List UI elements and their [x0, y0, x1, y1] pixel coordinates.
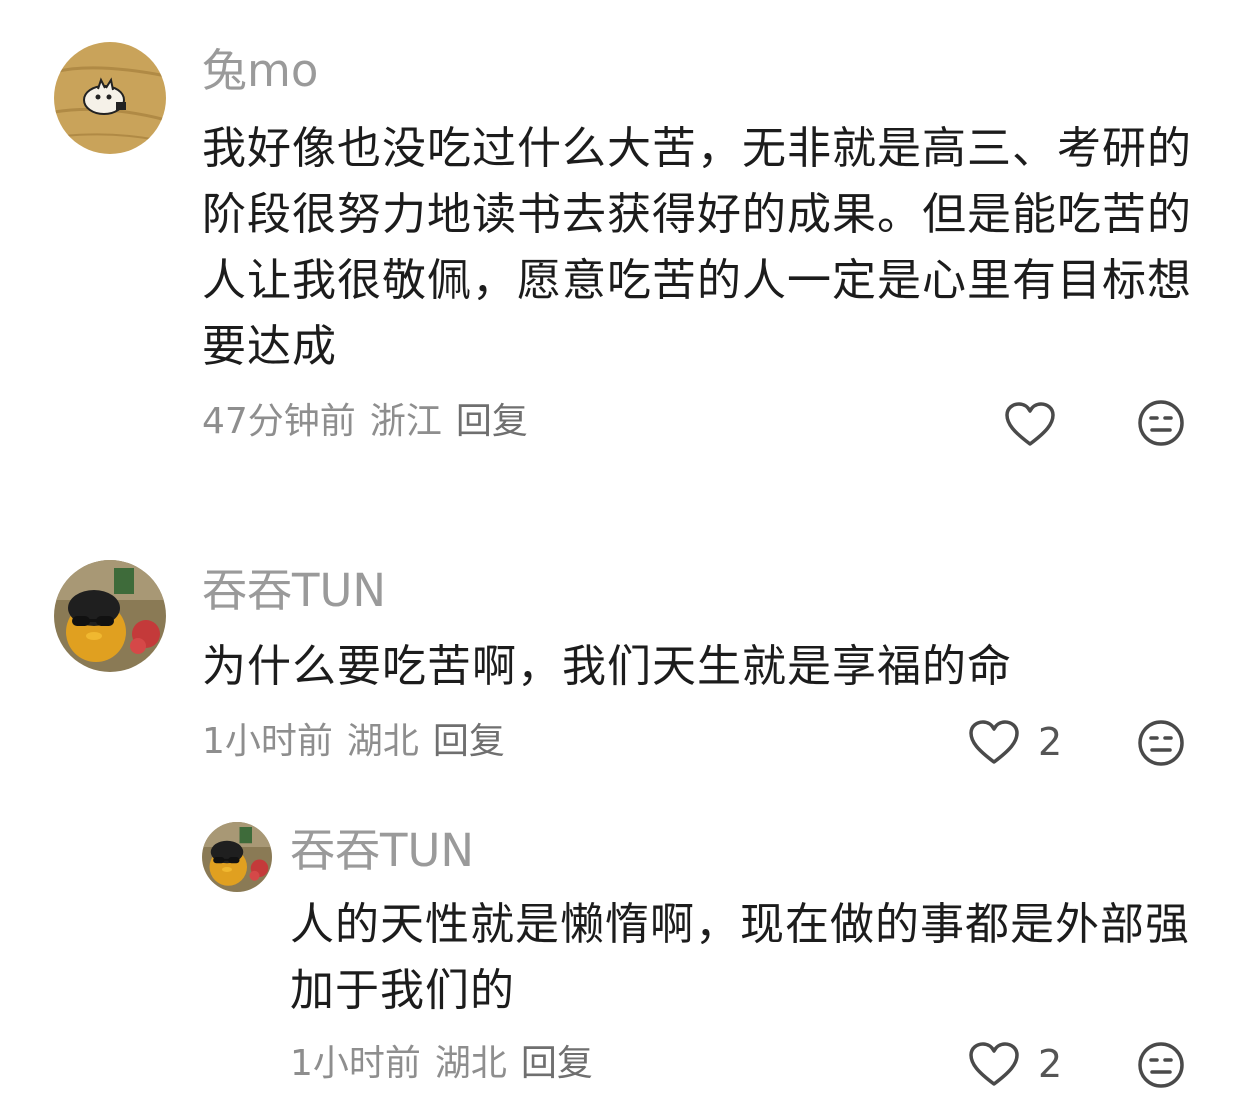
timestamp: 1小时前	[290, 1043, 421, 1084]
avatar[interactable]	[202, 822, 272, 892]
like-count: 2	[1038, 720, 1063, 764]
dislike-button[interactable]	[1136, 398, 1186, 448]
username[interactable]: 吞吞TUN	[290, 828, 474, 873]
meh-face-icon	[1138, 1042, 1184, 1088]
cat-sketch-avatar-icon	[54, 42, 166, 154]
location: 湖北	[346, 721, 419, 762]
meh-face-icon	[1138, 720, 1184, 766]
avatar[interactable]	[54, 560, 166, 672]
meh-face-icon	[1138, 400, 1184, 446]
comment-item: 兔mo 我好像也没吃过什么大苦，无非就是高三、考研的阶段很努力地读书去获得好的成…	[0, 0, 1260, 470]
reply-button[interactable]: 回复	[521, 1043, 593, 1084]
comment-text: 我好像也没吃过什么大苦，无非就是高三、考研的阶段很努力地读书去获得好的成果。但是…	[202, 123, 1192, 372]
dislike-button[interactable]	[1136, 1040, 1186, 1090]
like-button[interactable]: 2	[968, 1034, 1062, 1094]
dislike-button[interactable]	[1136, 718, 1186, 768]
location: 湖北	[434, 1043, 507, 1084]
avatar[interactable]	[54, 42, 166, 154]
timestamp: 1小时前	[202, 721, 333, 762]
timestamp: 47分钟前	[202, 401, 356, 442]
duck-sunglasses-avatar-icon	[54, 560, 166, 672]
comment-text: 人的天性就是懒惰啊，现在做的事都是外部强加于我们的	[290, 899, 1190, 1016]
username[interactable]: 吞吞TUN	[202, 568, 386, 613]
reply-button[interactable]: 回复	[456, 401, 528, 442]
reply-item: 吞吞TUN 人的天性就是懒惰啊，现在做的事都是外部强加于我们的 1小时前 湖北 回复…	[0, 810, 1260, 1101]
comment-item: 吞吞TUN 为什么要吃苦啊，我们天生就是享福的命 1小时前 湖北 回复 2	[0, 540, 1260, 790]
location: 浙江	[369, 401, 442, 442]
heart-outline-icon	[1005, 402, 1055, 446]
heart-outline-icon	[969, 720, 1019, 764]
username[interactable]: 兔mo	[202, 48, 318, 93]
like-button[interactable]	[1004, 394, 1074, 454]
comment-meta: 1小时前 湖北 回复	[202, 724, 519, 760]
comment-meta: 1小时前 湖北 回复	[290, 1046, 607, 1082]
comment-text: 为什么要吃苦啊，我们天生就是享福的命	[202, 641, 1012, 692]
comment-meta: 47分钟前 浙江 回复	[202, 404, 542, 440]
duck-sunglasses-avatar-icon	[202, 822, 272, 892]
reply-button[interactable]: 回复	[433, 721, 505, 762]
like-count: 2	[1038, 1042, 1063, 1086]
like-button[interactable]: 2	[968, 712, 1062, 772]
heart-outline-icon	[969, 1042, 1019, 1086]
